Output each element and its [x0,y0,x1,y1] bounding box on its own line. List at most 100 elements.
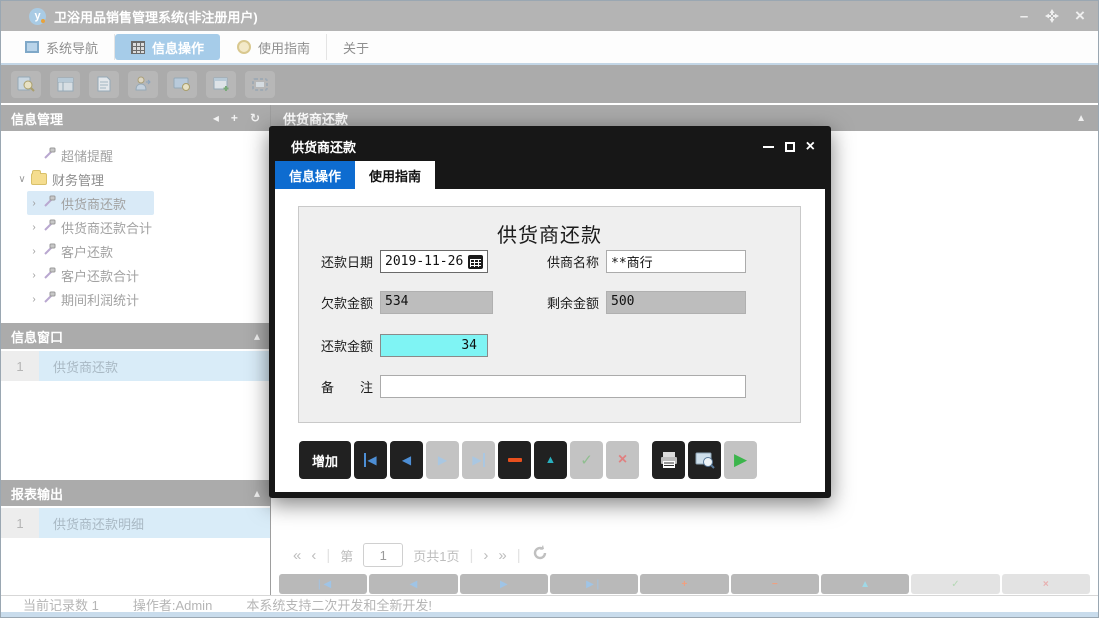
print-button[interactable] [652,441,685,479]
collapse-left-icon[interactable]: ◂ [213,111,219,125]
chevron-right-icon[interactable]: › [27,294,41,305]
record-collapse-button[interactable]: ▲ [821,574,909,594]
document-icon[interactable] [89,71,119,98]
page-prev-button[interactable]: ‹ [311,547,316,564]
tab-system-nav[interactable]: 系统导航 [9,34,115,60]
divider: | [326,547,330,564]
nav-prev-button[interactable]: ◀ [390,441,423,479]
restore-button[interactable] [1044,8,1060,24]
dialog-minimize-button[interactable] [763,146,774,148]
dialog-tab-info-operation[interactable]: 信息操作 [275,161,355,189]
repay-amount-field[interactable]: 34 [380,334,488,357]
refresh-icon[interactable]: ↻ [250,111,260,125]
confirm-button[interactable]: ✓ [570,441,603,479]
collapse-up-button[interactable]: ▲ [534,441,567,479]
page-first-button[interactable]: « [293,547,301,564]
supplier-name-input[interactable] [611,251,741,272]
delete-button[interactable] [498,441,531,479]
remark-field[interactable] [380,375,746,398]
tool-icon [43,243,56,259]
tab-label: 使用指南 [258,38,310,57]
cancel-button[interactable]: × [606,441,639,479]
dialog-button-bar: 增加 ◀ ◀ ▶ ▶ ▲ ✓ × ▶ [299,441,760,479]
dialog-close-button[interactable]: × [806,139,815,155]
tree-item-customer-repay-total[interactable]: › 客户还款合计 [1,263,270,287]
debt-amount-value: 534 [385,294,408,309]
tree-item-supplier-repay-total[interactable]: › 供货商还款合计 [1,215,270,239]
divider: | [517,547,521,564]
run-button[interactable]: ▶ [724,441,757,479]
report-list: 1 供货商还款明细 [1,506,270,538]
record-remove-button[interactable]: − [731,574,819,594]
record-confirm-button[interactable]: ✓ [911,574,999,594]
record-last-button[interactable]: ▶❘ [550,574,638,594]
add-button[interactable]: 增加 [299,441,351,479]
page-next-button[interactable]: › [483,547,488,564]
app-logo-icon: y [29,8,46,25]
page-last-button[interactable]: » [498,547,506,564]
supplier-name-label: 供商名称 [547,252,599,271]
panel-reports-header: 报表输出 ▴ [1,480,270,506]
table-view-icon[interactable] [50,71,80,98]
nav-next-button[interactable]: ▶ [426,441,459,479]
user-query-icon[interactable] [128,71,158,98]
search-document-icon[interactable] [11,71,41,98]
dialog-titlebar: 供货商还款 × [275,132,825,161]
main-toolbar [1,65,1098,103]
info-window-list: 1 供货商还款 [1,349,270,381]
chevron-right-icon[interactable]: › [27,198,41,209]
collapse-up-icon[interactable]: ▴ [254,486,260,500]
panel-info-header: 信息管理 ◂ + ↻ [1,105,270,131]
record-add-button[interactable]: + [640,574,728,594]
record-count: 当前记录数 1 [23,595,99,614]
repay-date-field[interactable]: 2019-11-26 [380,250,488,273]
tab-about[interactable]: 关于 [327,34,385,60]
list-item[interactable]: 1 供货商还款 [1,351,270,381]
remaining-amount-label: 剩余金额 [547,293,599,312]
tree-item-overstock[interactable]: 超储提醒 [1,143,270,167]
list-item[interactable]: 1 供货商还款明细 [1,508,270,538]
minimize-button[interactable]: – [1016,8,1032,24]
dialog-maximize-button[interactable] [785,142,795,152]
chevron-right-icon[interactable]: › [27,270,41,281]
tab-info-operation[interactable]: 信息操作 [115,34,220,60]
screen-icon[interactable] [167,71,197,98]
page-number-input[interactable] [363,543,403,567]
frame-select-icon[interactable] [245,71,275,98]
refresh-icon[interactable] [531,544,549,566]
panel-title: 信息窗口 [11,327,63,346]
nav-last-button[interactable]: ▶ [462,441,495,479]
repayment-form: 供货商还款 还款日期 2019-11-26 供商名称 欠款金额 [298,206,801,423]
record-nav-bar: ❘◀ ◀ ▶ ▶❘ + − ▲ ✓ × [271,572,1098,596]
repay-amount-label: 还款金额 [321,336,373,355]
tree-item-supplier-repay[interactable]: › 供货商还款 [1,191,270,215]
chevron-right-icon[interactable]: › [27,246,41,257]
record-cancel-button[interactable]: × [1002,574,1090,594]
nav-first-button[interactable]: ◀ [354,441,387,479]
dialog-tab-user-guide[interactable]: 使用指南 [355,161,435,189]
window-title: 卫浴用品销售管理系统(非注册用户) [54,7,258,26]
remark-input[interactable] [385,376,741,397]
close-button[interactable]: × [1072,8,1088,24]
record-prev-button[interactable]: ◀ [369,574,457,594]
folder-icon [31,173,47,185]
record-next-button[interactable]: ▶ [460,574,548,594]
chevron-down-icon[interactable]: ∨ [15,174,29,185]
tree-item-customer-repay[interactable]: › 客户还款 [1,239,270,263]
tree-label: 供货商还款 [61,194,126,213]
tree-folder-finance[interactable]: ∨ 财务管理 [1,167,270,191]
record-first-button[interactable]: ❘◀ [279,574,367,594]
print-preview-button[interactable] [688,441,721,479]
window-bottom-edge [1,612,1098,617]
debt-amount-label: 欠款金额 [321,293,373,312]
supplier-name-field[interactable] [606,250,746,273]
collapse-up-icon[interactable]: ▴ [254,329,260,343]
chevron-right-icon[interactable]: › [27,222,41,233]
tree-item-period-profit[interactable]: › 期间利润统计 [1,287,270,311]
collapse-up-icon[interactable]: ▲ [1076,113,1086,124]
calendar-icon[interactable] [468,255,483,269]
add-icon[interactable]: + [231,111,238,125]
window-add-icon[interactable] [206,71,236,98]
operator: 操作者:Admin [133,595,212,614]
tab-user-guide[interactable]: 使用指南 [221,34,327,60]
